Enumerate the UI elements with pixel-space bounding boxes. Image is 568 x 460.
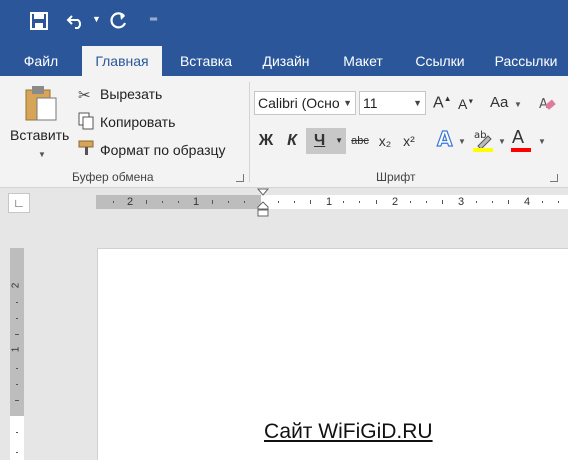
paste-icon[interactable] [24, 84, 58, 127]
font-size-combo[interactable]: 11 ▼ [359, 91, 426, 115]
change-case-dropdown-icon[interactable]: ▼ [514, 100, 522, 109]
vertical-ruler-number: 1 [10, 346, 22, 353]
tab-home[interactable]: Главная [82, 46, 162, 76]
grow-font-icon[interactable]: A▲ [433, 94, 452, 112]
ruler-number: 3 [458, 196, 465, 208]
undo-dropdown-icon[interactable]: ▼ [92, 14, 101, 24]
italic-button[interactable]: К [280, 128, 304, 154]
strikethrough-button[interactable]: abc [348, 128, 372, 154]
vertical-ruler-number: 2 [10, 282, 22, 289]
paste-dropdown-icon[interactable]: ▼ [38, 150, 46, 159]
tab-mailings[interactable]: Рассылки [484, 46, 568, 76]
underline-button[interactable]: Ч ▼ [306, 128, 346, 154]
shrink-font-icon[interactable]: A▼ [458, 96, 474, 112]
scissors-icon: ✂ [78, 87, 91, 104]
font-name-value: Calibri (Осно [258, 95, 340, 111]
change-case-button[interactable]: Aa [490, 94, 508, 111]
document-text[interactable]: Сайт WiFiGiD.RU [264, 420, 433, 444]
tab-references[interactable]: Ссылки [404, 46, 476, 76]
font-group-label: Шрифт [376, 170, 416, 184]
tab-selector[interactable]: ∟ [8, 193, 30, 213]
ruler-number: 2 [392, 196, 399, 208]
highlight-dropdown-icon[interactable]: ▼ [498, 137, 506, 146]
svg-text:A: A [437, 128, 453, 150]
clipboard-launcher-icon[interactable] [236, 174, 244, 182]
tab-design[interactable]: Дизайн [250, 46, 322, 76]
redo-icon[interactable] [110, 12, 128, 35]
format-painter-button[interactable]: Формат по образцу [100, 142, 226, 158]
clear-formatting-icon[interactable]: A [538, 94, 556, 117]
superscript-button[interactable]: x² [398, 128, 420, 154]
group-separator [249, 82, 250, 182]
text-effects-dropdown-icon[interactable]: ▼ [458, 137, 466, 146]
ruler-number: 1 [193, 196, 200, 208]
tab-layout[interactable]: Макет [330, 46, 396, 76]
ruler-number: 4 [524, 196, 531, 208]
copy-button[interactable]: Копировать [100, 114, 175, 130]
font-color-icon[interactable]: A [511, 127, 531, 152]
font-launcher-icon[interactable] [550, 174, 558, 182]
indent-marker-icon[interactable] [256, 188, 270, 223]
clipboard-group-label: Буфер обмена [72, 170, 154, 184]
customize-qat-icon[interactable]: ═ [150, 14, 157, 25]
font-size-value: 11 [363, 95, 378, 111]
bold-button[interactable]: Ж [254, 128, 278, 154]
vertical-ruler-ticks [15, 302, 19, 453]
ruler-number: 2 [127, 196, 134, 208]
undo-icon[interactable] [66, 12, 86, 35]
ribbon-tabs: Файл Главная Вставка Дизайн Макет Ссылки… [0, 46, 568, 76]
font-color-dropdown-icon[interactable]: ▼ [538, 137, 546, 146]
font-size-dropdown-icon[interactable]: ▼ [413, 92, 422, 114]
font-name-dropdown-icon[interactable]: ▼ [343, 92, 352, 114]
font-name-combo[interactable]: Calibri (Осно ▼ [254, 91, 356, 115]
title-bar: ▼ ═ [0, 0, 568, 46]
cut-button[interactable]: Вырезать [100, 86, 162, 102]
format-painter-icon [78, 140, 96, 161]
underline-dropdown-icon[interactable]: ▼ [335, 128, 343, 154]
underline-label: Ч [314, 132, 326, 149]
save-icon[interactable] [30, 12, 48, 35]
copy-icon [78, 112, 94, 135]
subscript-button[interactable]: x₂ [374, 128, 396, 154]
paste-button[interactable]: Вставить [10, 127, 69, 143]
text-effects-icon[interactable]: A [436, 126, 456, 155]
tab-file[interactable]: Файл [10, 46, 72, 76]
highlight-icon[interactable]: ab [472, 128, 494, 157]
tab-insert[interactable]: Вставка [170, 46, 242, 76]
ruler-number: 1 [326, 196, 333, 208]
